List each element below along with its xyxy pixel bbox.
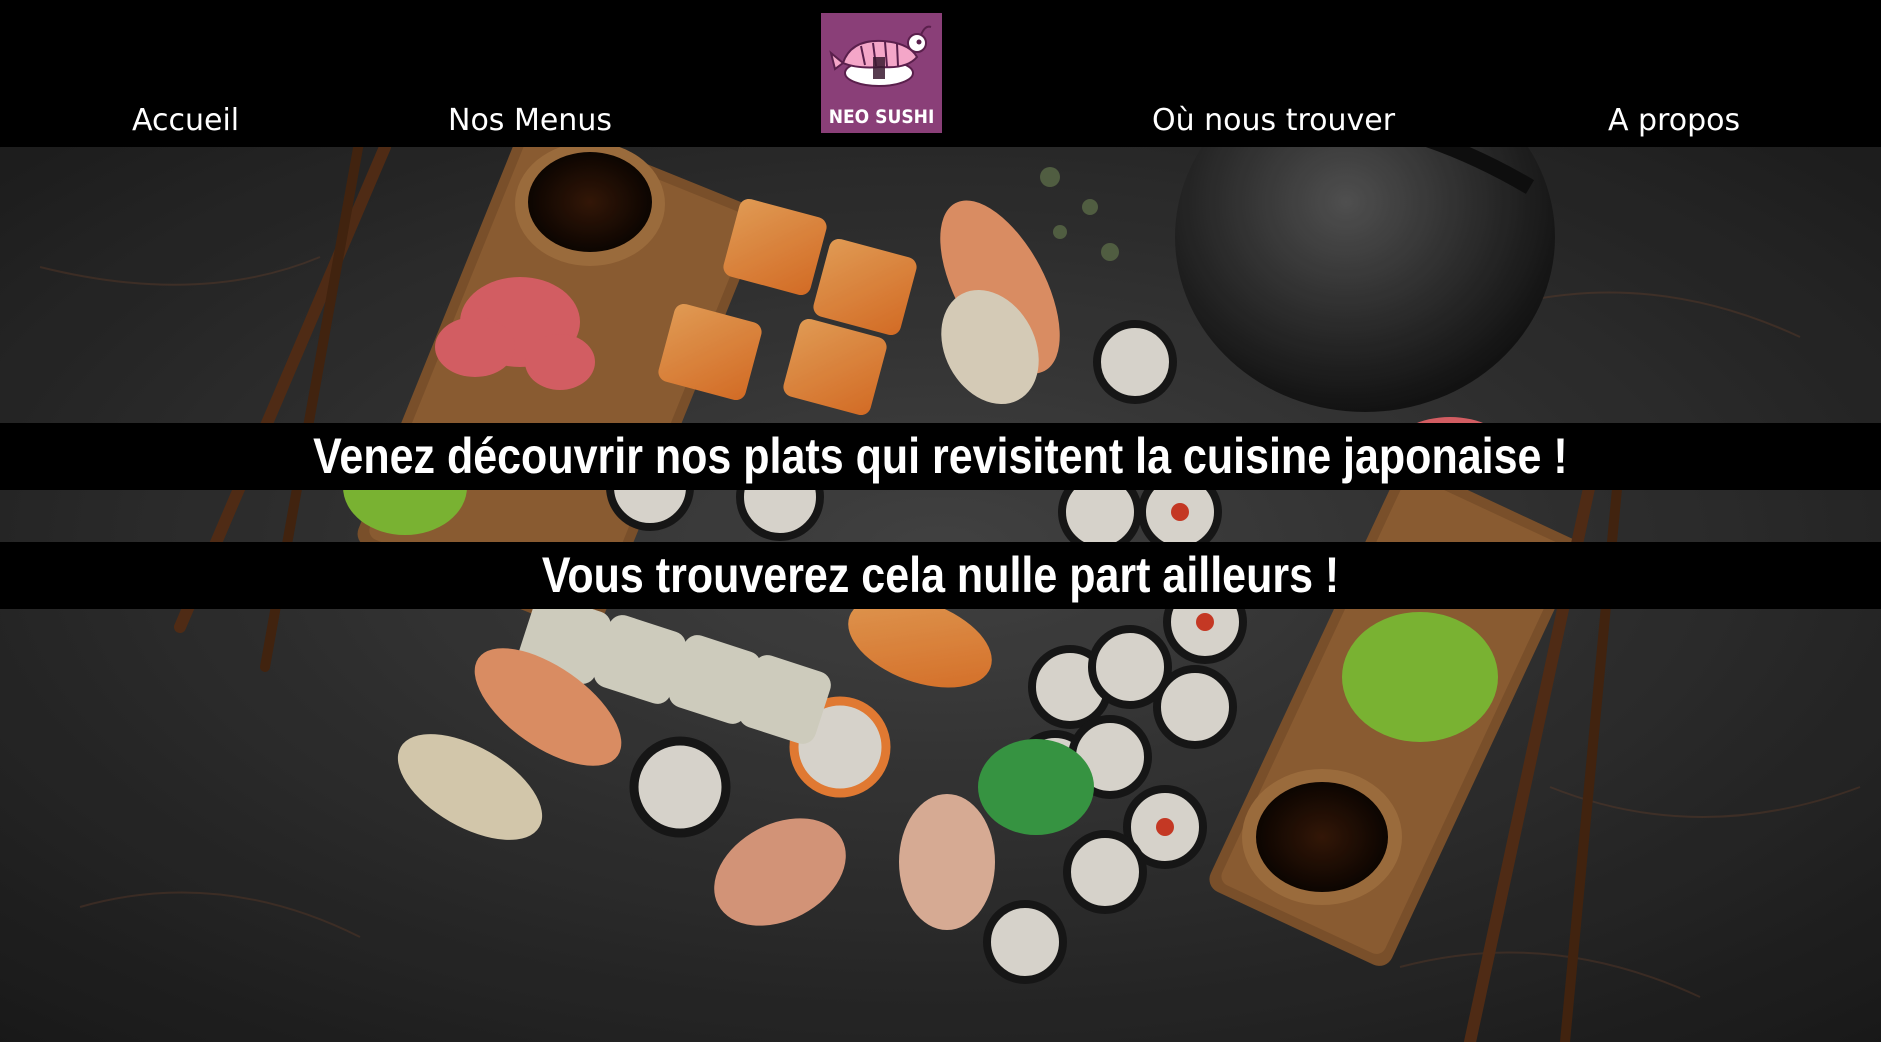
hero-section: Venez découvrir nos plats qui revisitent… xyxy=(0,147,1881,1042)
nav-link-accueil[interactable]: Accueil xyxy=(132,101,239,141)
hero-headline: Venez découvrir nos plats qui revisitent… xyxy=(0,423,1881,490)
nav-link-nos-menus[interactable]: Nos Menus xyxy=(448,101,612,141)
logo-link[interactable]: NEO SUSHI xyxy=(821,13,942,133)
hero-subheadline: Vous trouverez cela nulle part ailleurs … xyxy=(0,542,1881,609)
nav-link-ou-nous-trouver[interactable]: Où nous trouver xyxy=(1152,101,1395,141)
shrimp-sushi-icon xyxy=(829,25,932,87)
logo-text: NEO SUSHI xyxy=(828,106,935,128)
site-header: Accueil Nos Menus NEO SUSHI Où nous trou… xyxy=(0,0,1881,147)
nav-link-a-propos[interactable]: A propos xyxy=(1608,101,1740,141)
